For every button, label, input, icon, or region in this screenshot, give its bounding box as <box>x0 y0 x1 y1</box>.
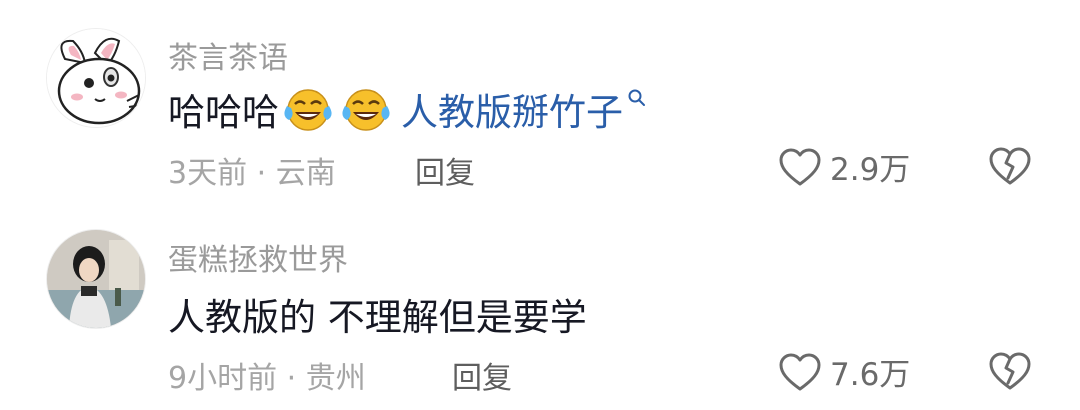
avatar[interactable] <box>46 229 146 329</box>
username[interactable]: 蛋糕拯救世界 <box>168 235 348 279</box>
reply-button[interactable]: 回复 <box>415 148 475 192</box>
reply-button[interactable]: 回复 <box>452 353 512 397</box>
comment-text: 人教版的 不理解但是要学 <box>168 296 587 339</box>
search-keyword-link[interactable]: 人教版掰竹子 <box>401 82 623 136</box>
comment-text-prefix: 哈哈哈 <box>168 91 279 134</box>
comment-item: 茶言茶语 哈哈哈 人教版掰竹子 3天前 · 云南 回复 2.9万 <box>0 0 1080 205</box>
broken-heart-dislike-icon[interactable] <box>988 350 1032 392</box>
bunny-avatar-icon <box>47 29 145 127</box>
heart-outline-icon <box>779 353 821 390</box>
laugh-cry-emoji-icon <box>342 89 390 131</box>
search-icon[interactable] <box>627 88 647 108</box>
heart-outline-icon <box>779 148 821 185</box>
like-count: 7.6万 <box>830 357 911 393</box>
time-location: 3天前 · 云南 <box>168 156 336 191</box>
like-count: 2.9万 <box>830 152 911 188</box>
username[interactable]: 茶言茶语 <box>168 33 288 77</box>
comment-item: 蛋糕拯救世界 人教版的 不理解但是要学 9小时前 · 贵州 回复 7.6万 <box>0 205 1080 410</box>
photo-avatar-icon <box>47 230 145 328</box>
laugh-cry-emoji-icon <box>284 89 332 131</box>
time-location: 9小时前 · 贵州 <box>168 361 366 396</box>
like-button[interactable]: 2.9万 <box>778 144 910 189</box>
comment-text: 哈哈哈 人教版掰竹子 <box>168 82 647 136</box>
broken-heart-dislike-icon[interactable] <box>988 145 1032 187</box>
like-button[interactable]: 7.6万 <box>778 349 910 394</box>
avatar[interactable] <box>46 28 146 128</box>
